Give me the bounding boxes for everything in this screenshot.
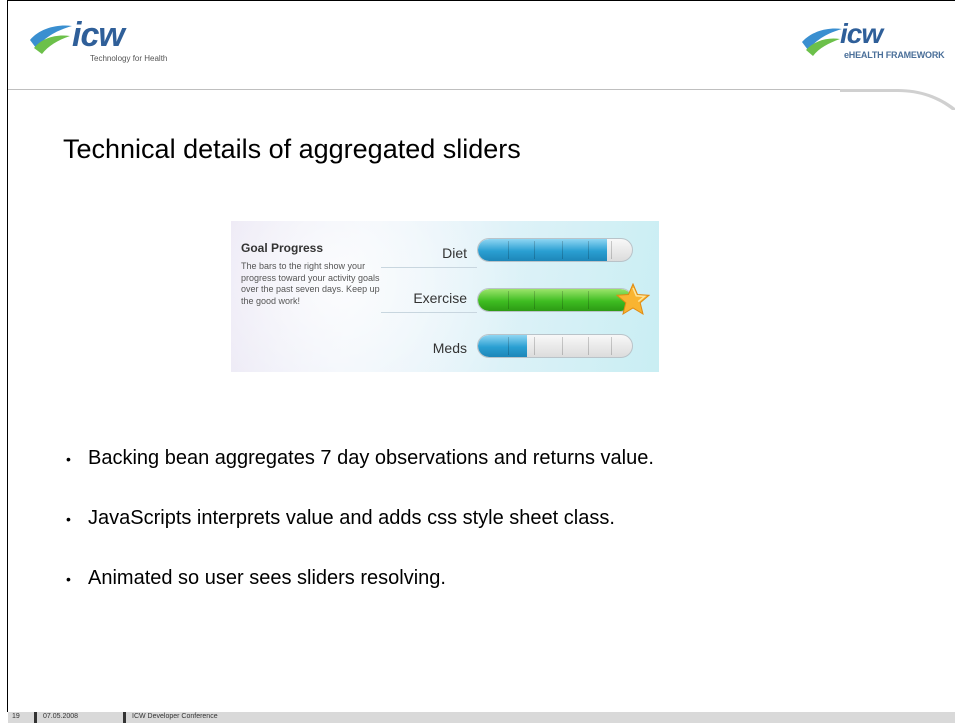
slide-border-top	[7, 0, 955, 1]
bullet-dot: •	[66, 451, 71, 467]
star-icon	[616, 283, 650, 315]
bullet-text: Backing bean aggregates 7 day observatio…	[88, 447, 654, 469]
page-title: Technical details of aggregated sliders	[63, 134, 521, 164]
slider-diet[interactable]	[477, 238, 633, 262]
footer-separator	[34, 712, 37, 723]
swoosh-icon	[30, 25, 72, 54]
slider-exercise[interactable]	[477, 288, 633, 312]
slider-fill	[478, 335, 527, 357]
widget-title: Goal Progress	[241, 241, 324, 255]
bullet-text: JavaScripts interprets value and adds cs…	[88, 507, 615, 529]
slide: icw Technology for Health icw eHEALTH FR…	[0, 0, 955, 723]
slider-label-meds: Meds	[432, 340, 467, 356]
slider-tick	[588, 291, 589, 309]
slider-tick	[562, 337, 563, 355]
widget-description: The bars to the right show your progress…	[241, 261, 380, 306]
slider-fill	[478, 289, 632, 311]
row-divider	[381, 312, 477, 313]
footer-separator	[123, 712, 126, 723]
logo-tagline: Technology for Health	[90, 54, 168, 63]
bullet-dot: •	[66, 511, 71, 527]
bullet-text: Animated so user sees sliders resolving.	[88, 567, 446, 589]
footer-event: ICW Developer Conference	[132, 713, 218, 720]
logo-wordmark: icw	[72, 16, 125, 54]
slider-tick	[611, 337, 612, 355]
header-divider	[8, 89, 898, 90]
slider-tick	[588, 241, 589, 259]
header-curve-decoration	[840, 89, 955, 110]
icw-logo-right: icw eHEALTH FRAMEWORK	[800, 16, 955, 66]
slider-tick	[508, 337, 509, 355]
slider-label-diet: Diet	[442, 245, 467, 261]
slider-tick	[611, 241, 612, 259]
slide-border-left	[7, 0, 8, 712]
logo-wordmark: icw	[840, 18, 883, 49]
slider-tick	[534, 337, 535, 355]
slider-label-exercise: Exercise	[413, 290, 467, 306]
slider-tick	[508, 241, 509, 259]
icw-logo-left: icw Technology for Health	[28, 16, 178, 66]
bullet-dot: •	[66, 571, 71, 587]
slider-tick	[562, 241, 563, 259]
page-number: 19	[12, 713, 20, 720]
logo-tagline: eHEALTH FRAMEWORK	[844, 50, 945, 60]
slider-tick	[508, 291, 509, 309]
goal-progress-widget: Goal Progress The bars to the right show…	[231, 221, 659, 372]
slider-meds[interactable]	[477, 334, 633, 358]
footer-bar: 19 07.05.2008 ICW Developer Conference	[8, 712, 955, 723]
slider-tick	[534, 291, 535, 309]
slider-tick	[534, 241, 535, 259]
row-divider	[381, 267, 477, 268]
slider-tick	[562, 291, 563, 309]
footer-date: 07.05.2008	[43, 713, 79, 720]
slider-tick	[588, 337, 589, 355]
